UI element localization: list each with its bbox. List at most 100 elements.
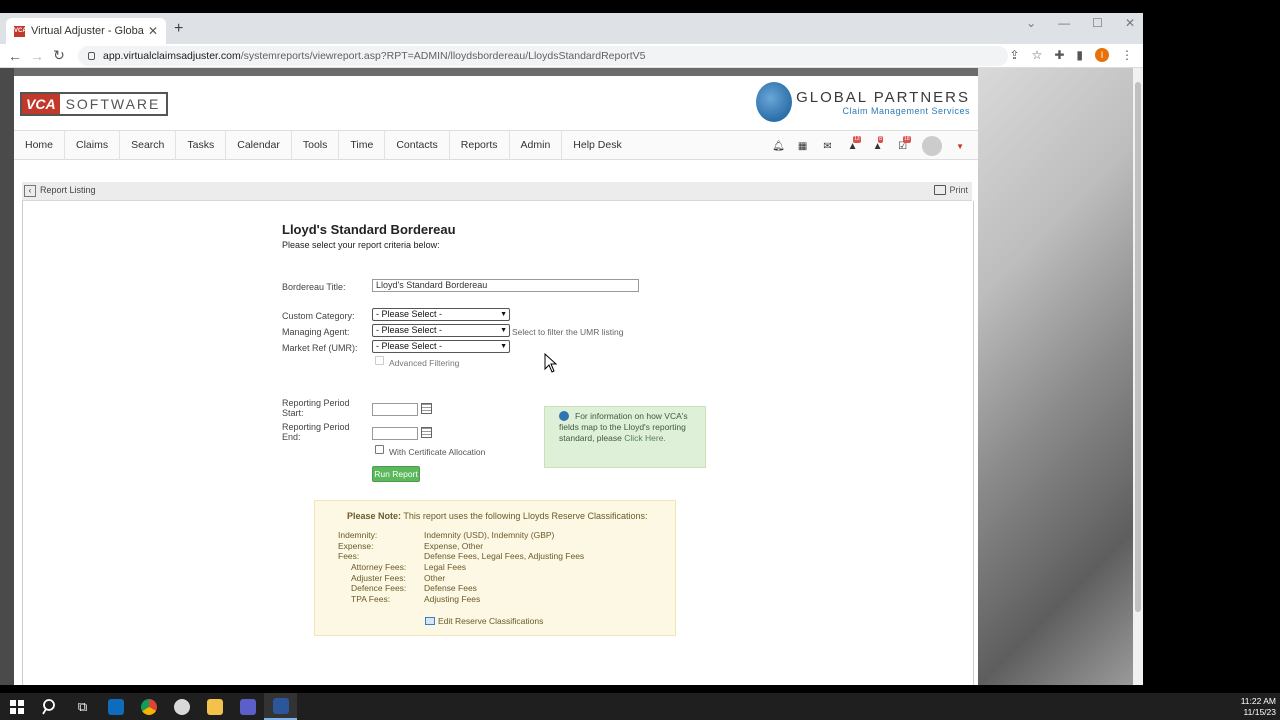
custom-category-label: Custom Category: bbox=[282, 311, 355, 321]
print-button[interactable]: Print bbox=[934, 185, 968, 195]
chevron-down-icon[interactable]: ⌄ bbox=[1026, 16, 1036, 30]
background-photo bbox=[978, 68, 1133, 685]
cert-allocation-checkbox[interactable] bbox=[375, 445, 384, 454]
maximize-icon[interactable]: ☐ bbox=[1092, 16, 1103, 30]
system-clock[interactable]: 11:22 AM 11/15/23 bbox=[1241, 696, 1276, 718]
bordereau-title-input[interactable]: Lloyd's Standard Bordereau bbox=[372, 279, 639, 292]
task-badge: 18 bbox=[903, 135, 911, 143]
report-listing-link[interactable]: Report Listing bbox=[40, 185, 96, 195]
scrollbar-thumb[interactable] bbox=[1135, 82, 1141, 612]
new-tab-icon[interactable]: + bbox=[174, 20, 183, 38]
nav-contacts[interactable]: Contacts bbox=[385, 130, 450, 160]
run-report-button[interactable]: Run Report bbox=[372, 466, 420, 482]
note-row-label: Fees: bbox=[338, 551, 360, 561]
managing-agent-select[interactable]: - Please Select - ▼ bbox=[372, 324, 510, 337]
clock-time: 11:22 AM bbox=[1240, 696, 1276, 706]
reload-icon[interactable]: ↻ bbox=[48, 47, 70, 64]
menu-icon[interactable]: ⋮ bbox=[1121, 48, 1133, 62]
nav-reports[interactable]: Reports bbox=[450, 130, 510, 160]
note-row-value: Defense Fees, Legal Fees, Adjusting Fees bbox=[424, 551, 585, 561]
outlook-button[interactable] bbox=[99, 693, 132, 720]
close-tab-icon[interactable]: ✕ bbox=[148, 24, 158, 38]
nav-home[interactable]: Home bbox=[14, 130, 66, 160]
edit-reserve-link[interactable]: Edit Reserve Classifications bbox=[425, 616, 543, 626]
minimize-icon[interactable]: — bbox=[1058, 16, 1070, 30]
nav-icons: 🔔︎ ▦ ✉ ▲ 13 ▲ 8 ☑ 18 ▼ bbox=[772, 135, 964, 156]
cert-allocation-label: With Certificate Allocation bbox=[389, 447, 486, 457]
teams-button[interactable] bbox=[231, 693, 264, 720]
start-button[interactable] bbox=[0, 693, 33, 720]
nav-admin[interactable]: Admin bbox=[510, 130, 563, 160]
page-subtitle: Please select your report criteria below… bbox=[282, 240, 440, 250]
app-button[interactable] bbox=[165, 693, 198, 720]
extensions-icon[interactable]: ✚ bbox=[1054, 48, 1064, 62]
alert-badge: 13 bbox=[853, 135, 861, 143]
logo-vca: VCA bbox=[22, 94, 60, 114]
url-field[interactable]: app.virtualclaimsadjuster.com/systemrepo… bbox=[78, 45, 1008, 66]
warning-badge: 8 bbox=[878, 135, 883, 143]
teams-icon bbox=[239, 698, 256, 715]
vca-software-logo[interactable]: VCA SOFTWARE bbox=[20, 92, 169, 116]
share-icon[interactable]: ⇪ bbox=[1010, 48, 1020, 62]
task-view-icon: ⧉ bbox=[77, 698, 88, 714]
nav-tools[interactable]: Tools bbox=[292, 130, 340, 160]
forward-arrow-icon[interactable]: → bbox=[26, 48, 48, 64]
mail-icon[interactable]: ✉ bbox=[822, 141, 833, 152]
period-end-label-line1: Reporting Period bbox=[282, 422, 350, 432]
period-end-input[interactable] bbox=[372, 427, 418, 440]
user-avatar[interactable] bbox=[922, 136, 943, 156]
tab-bar: VCA Virtual Adjuster - Global Partne ✕ +… bbox=[0, 13, 1143, 44]
calendar-icon[interactable] bbox=[421, 427, 432, 438]
taskbar: ⧉ 11:22 AM 11/15/23 bbox=[0, 693, 1280, 720]
close-window-icon[interactable]: ✕ bbox=[1125, 16, 1135, 30]
report-form: Lloyd's Standard Bordereau Please select… bbox=[22, 201, 974, 685]
alert-icon[interactable]: ▲ 13 bbox=[847, 135, 861, 152]
nav-help-desk[interactable]: Help Desk bbox=[562, 130, 632, 160]
advanced-filtering-label: Advanced Filtering bbox=[389, 358, 460, 368]
help-globe-icon bbox=[559, 411, 569, 421]
period-start-input[interactable] bbox=[372, 403, 418, 416]
info-click-here-link[interactable]: Click Here. bbox=[624, 433, 666, 443]
back-arrow-icon[interactable]: ← bbox=[4, 48, 26, 64]
nav-time[interactable]: Time bbox=[339, 130, 386, 160]
lock-icon bbox=[88, 51, 95, 60]
file-explorer-button[interactable] bbox=[198, 693, 231, 720]
mouse-cursor-icon bbox=[544, 353, 558, 373]
note-row-label: Adjuster Fees: bbox=[351, 573, 406, 583]
warning-icon[interactable]: ▲ 8 bbox=[872, 135, 883, 152]
logo-company-name: GLOBAL PARTNERS bbox=[796, 88, 970, 106]
chrome-button[interactable] bbox=[132, 693, 165, 720]
browser-extras: ⇪ ☆ ✚ ▮ I ⋮ bbox=[1010, 48, 1133, 62]
word-button[interactable] bbox=[264, 693, 297, 720]
nav-search[interactable]: Search bbox=[120, 130, 177, 160]
profile-avatar[interactable]: I bbox=[1095, 48, 1109, 62]
app-icon bbox=[173, 698, 190, 715]
calendar-icon[interactable] bbox=[421, 403, 432, 414]
browser-tab[interactable]: VCA Virtual Adjuster - Global Partne ✕ bbox=[6, 18, 166, 44]
side-panel-icon[interactable]: ▮ bbox=[1076, 48, 1083, 62]
search-button[interactable] bbox=[33, 693, 66, 720]
note-row-value: Defense Fees bbox=[424, 583, 477, 593]
note-row-label: TPA Fees: bbox=[351, 594, 391, 604]
nav-tasks[interactable]: Tasks bbox=[176, 130, 227, 160]
print-label: Print bbox=[949, 185, 968, 195]
chevron-down-icon[interactable]: ▼ bbox=[956, 142, 964, 151]
chevron-left-icon[interactable]: ‹ bbox=[24, 185, 36, 197]
note-row-value: Other bbox=[424, 573, 446, 583]
chevron-down-icon: ▼ bbox=[500, 343, 507, 350]
nav-claims[interactable]: Claims bbox=[65, 130, 121, 160]
custom-category-select[interactable]: - Please Select - ▼ bbox=[372, 308, 510, 321]
star-icon[interactable]: ☆ bbox=[1032, 48, 1043, 62]
scrollbar[interactable] bbox=[1133, 68, 1143, 685]
bell-icon[interactable]: 🔔︎ bbox=[772, 141, 785, 152]
task-check-icon[interactable]: ☑ 18 bbox=[897, 135, 911, 152]
note-row-label: Indemnity: bbox=[338, 530, 378, 540]
market-ref-select[interactable]: - Please Select - ▼ bbox=[372, 340, 510, 353]
advanced-filtering-checkbox[interactable] bbox=[375, 356, 384, 365]
chrome-icon bbox=[140, 698, 157, 715]
task-view-button[interactable]: ⧉ bbox=[66, 693, 99, 720]
nav-calendar[interactable]: Calendar bbox=[226, 130, 292, 160]
global-partners-logo: GLOBAL PARTNERS Claim Management Service… bbox=[756, 82, 970, 122]
info-box: For information on how VCA's fields map … bbox=[544, 406, 706, 468]
calendar-icon[interactable]: ▦ bbox=[797, 141, 808, 152]
